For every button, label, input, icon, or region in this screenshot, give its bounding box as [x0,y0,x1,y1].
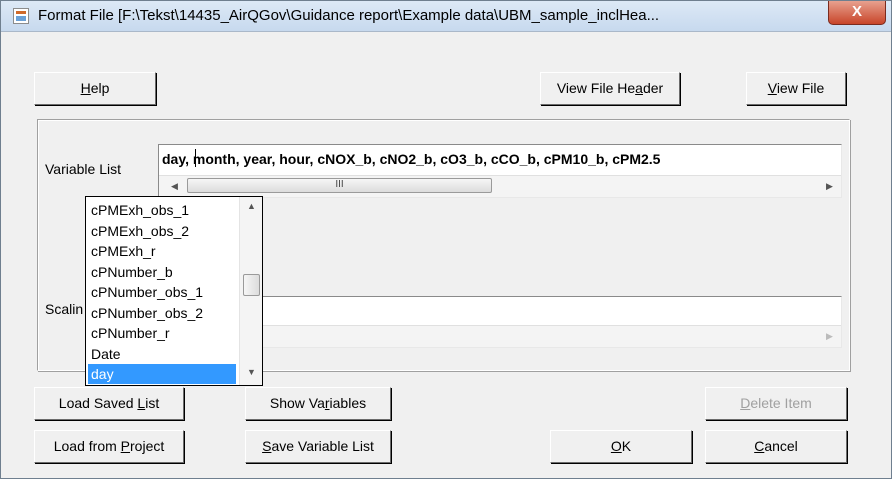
scroll-up-arrow-icon[interactable]: ▲ [247,201,256,211]
close-button[interactable]: X [828,1,886,25]
scroll-right-arrow-icon[interactable]: ▶ [826,181,833,192]
cancel-label-post: ancel [764,438,798,454]
dropdown-vscrollbar[interactable]: ▲ ▼ [239,197,262,385]
view-file-mnemonic: V [767,80,777,96]
variable-list-text: day, month, year, hour, cNOX_b, cNO2_b, … [162,151,661,167]
app-icon [13,8,29,24]
dropdown-item[interactable]: cPNumber_obs_2 [88,303,236,323]
scroll-left-arrow-icon[interactable]: ◀ [171,181,178,192]
load-from-project-label-pre: Load from [53,438,121,454]
save-variable-list-button[interactable]: Save Variable List [245,430,391,463]
title-bar[interactable]: Format File [F:\Tekst\14435_AirQGov\Guid… [1,1,891,32]
dropdown-item[interactable]: Date [88,344,236,364]
scroll-thumb-grip: III [335,179,344,190]
dropdown-item[interactable]: cPNumber_b [88,262,236,282]
dropdown-item[interactable]: day [88,364,236,384]
delete-item-button[interactable]: Delete Item [705,387,847,420]
help-button-mnemonic: H [80,80,91,96]
delete-item-label-post: elete Item [750,395,812,411]
scaling-label: Scalin [45,301,84,317]
help-button-label-post: elp [90,80,110,96]
scroll-right-arrow-icon[interactable]: ▶ [826,331,833,342]
dropdown-item[interactable]: cPNumber_r [88,323,236,343]
variable-list-scroll-thumb[interactable]: III [187,178,492,193]
view-file-header-mnemonic: a [635,80,643,96]
cancel-mnemonic: C [754,438,765,454]
dropdown-item[interactable]: cPMExh_r [88,241,236,261]
show-variables-label-post: iables [329,395,367,411]
dropdown-item[interactable]: cPMExh_obs_1 [88,200,236,220]
load-from-project-mnemonic: P [120,438,131,454]
cancel-button[interactable]: Cancel [705,430,847,463]
help-button[interactable]: Help [34,72,156,105]
dropdown-item[interactable]: cPMExh_obs_2 [88,221,236,241]
view-file-header-label-post: der [642,80,664,96]
load-saved-list-label-pre: Load Saved [58,395,138,411]
ok-label-post: K [621,438,632,454]
save-variable-list-label-post: ave Variable List [271,438,374,454]
variable-list-field[interactable]: day, month, year, hour, cNOX_b, cNO2_b, … [158,144,842,198]
dropdown-item[interactable]: cPNumber_obs_1 [88,282,236,302]
ok-button[interactable]: OK [550,430,692,463]
dropdown-scroll-thumb[interactable] [243,274,260,296]
format-file-dialog: Format File [F:\Tekst\14435_AirQGov\Guid… [0,0,892,479]
load-saved-list-label-post: ist [145,395,160,411]
view-file-label-post: iew File [776,80,825,96]
load-saved-list-button[interactable]: Load Saved List [34,387,184,420]
variable-dropdown-list[interactable]: cPMExh_obs_1 cPMExh_obs_2 cPMExh_r cPNumber… [85,196,263,386]
view-file-header-button[interactable]: View File Header [540,72,680,105]
window-title: Format File [F:\Tekst\14435_AirQGov\Guid… [38,7,660,24]
view-file-header-label-pre: View File He [556,80,636,96]
ok-mnemonic: O [610,438,622,454]
variable-list-hscrollbar[interactable]: ◀ III ▶ [159,175,841,197]
load-from-project-label-post: roject [130,438,165,454]
delete-item-mnemonic: D [740,395,751,411]
view-file-button[interactable]: View File [746,72,846,105]
scroll-down-arrow-icon[interactable]: ▼ [247,367,256,377]
variable-list-label: Variable List [45,161,122,177]
show-variables-label-pre: Show Va [269,395,325,411]
text-caret [195,149,196,167]
load-from-project-button[interactable]: Load from Project [34,430,184,463]
show-variables-button[interactable]: Show Variables [245,387,391,420]
